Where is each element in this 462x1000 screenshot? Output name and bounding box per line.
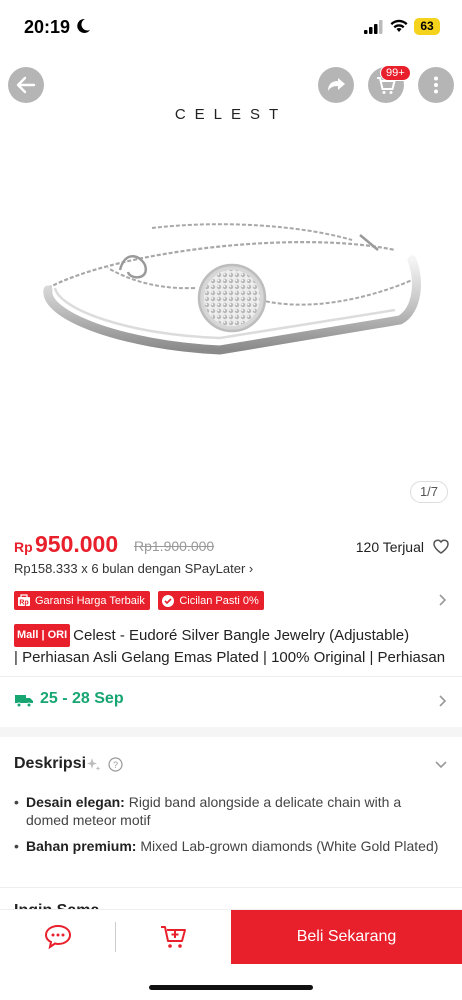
badge-label: Cicilan Pasti 0% bbox=[179, 594, 259, 607]
arrow-left-icon bbox=[16, 76, 36, 94]
moon-icon bbox=[77, 18, 90, 33]
chat-button[interactable] bbox=[0, 910, 115, 964]
svg-text:Rp: Rp bbox=[19, 599, 28, 606]
installment-info[interactable]: Rp158.333 x 6 bulan dengan SPayLater › bbox=[14, 561, 253, 576]
divider bbox=[0, 676, 462, 677]
check-circle-icon bbox=[162, 594, 175, 607]
sparkle-icon bbox=[87, 758, 101, 771]
more-vertical-icon bbox=[434, 76, 438, 94]
share-button[interactable] bbox=[318, 67, 354, 103]
price-tag-icon: Rp bbox=[18, 593, 30, 606]
back-button[interactable] bbox=[8, 67, 44, 103]
product-title-line-2: | Perhiasan Asli Gelang Emas Plated | 10… bbox=[14, 649, 446, 666]
bottom-action-bar: Beli Sekarang bbox=[0, 909, 462, 964]
description-item-text: Mixed Lab-grown diamonds (White Gold Pla… bbox=[140, 838, 439, 854]
buy-now-button[interactable]: Beli Sekarang bbox=[231, 910, 462, 964]
product-title-line-1: Mall | ORI Celest - Eudoré Silver Bangle … bbox=[14, 624, 450, 647]
description-list: Desain elegan: Rigid band alongside a de… bbox=[14, 793, 446, 863]
add-cart-icon bbox=[160, 926, 186, 948]
badge-label: Garansi Harga Terbaik bbox=[35, 594, 145, 607]
delivery-date: 25 - 28 Sep bbox=[40, 690, 124, 707]
section-divider bbox=[0, 727, 462, 737]
divider bbox=[0, 887, 462, 888]
product-image[interactable] bbox=[0, 140, 462, 500]
chevron-right-icon[interactable] bbox=[436, 694, 448, 708]
sold-count: 120 Terjual bbox=[355, 539, 424, 555]
product-title-text: Celest - Eudoré Silver Bangle Jewelry (A… bbox=[73, 627, 410, 644]
status-time: 20:19 bbox=[24, 17, 71, 37]
home-indicator[interactable] bbox=[149, 985, 313, 990]
share-icon bbox=[328, 78, 345, 91]
heart-icon[interactable] bbox=[432, 537, 450, 555]
more-button[interactable] bbox=[418, 67, 454, 103]
chat-icon bbox=[44, 924, 71, 950]
chevron-right-icon[interactable] bbox=[436, 593, 448, 607]
price-original: Rp1.900.000 bbox=[134, 538, 215, 554]
mall-ori-tag: Mall | ORI bbox=[14, 624, 71, 647]
truck-icon bbox=[15, 695, 33, 708]
installment-text: Rp158.333 x 6 bulan dengan SPayLater bbox=[14, 561, 246, 576]
description-item-label: Desain elegan: bbox=[26, 794, 125, 810]
status-bar: 20:19 63 bbox=[0, 0, 462, 56]
price-currency: Rp bbox=[14, 539, 33, 555]
svg-text:?: ? bbox=[113, 760, 118, 770]
badge-price-guarantee: Rp Garansi Harga Terbaik bbox=[14, 591, 150, 610]
badge-installment: Cicilan Pasti 0% bbox=[158, 591, 264, 610]
signal-icon bbox=[364, 20, 383, 34]
cart-count-badge: 99+ bbox=[380, 65, 411, 81]
brand-logo: CELEST bbox=[174, 106, 288, 123]
chevron-right-icon: › bbox=[248, 561, 254, 576]
product-title: Mall | ORI Celest - Eudoré Silver Bangle … bbox=[14, 624, 450, 668]
image-counter: 1/7 bbox=[410, 481, 448, 503]
battery-indicator: 63 bbox=[414, 18, 440, 35]
price-current: 950.000 bbox=[35, 531, 119, 557]
description-heading[interactable]: Deskripsi bbox=[14, 755, 86, 773]
price-row: Rp 950.000 Rp1.900.000 120 Terjual bbox=[14, 531, 450, 561]
description-item: Bahan premium: Mixed Lab-grown diamonds … bbox=[14, 837, 446, 855]
wifi-icon bbox=[390, 19, 408, 32]
chevron-down-icon[interactable] bbox=[434, 759, 448, 771]
add-to-cart-button[interactable] bbox=[116, 910, 231, 964]
help-icon[interactable]: ? bbox=[108, 757, 123, 772]
promo-badges[interactable]: Rp Garansi Harga Terbaik Cicilan Pasti 0… bbox=[14, 591, 268, 611]
description-item-label: Bahan premium: bbox=[26, 838, 137, 854]
description-item: Desain elegan: Rigid band alongside a de… bbox=[14, 793, 446, 829]
